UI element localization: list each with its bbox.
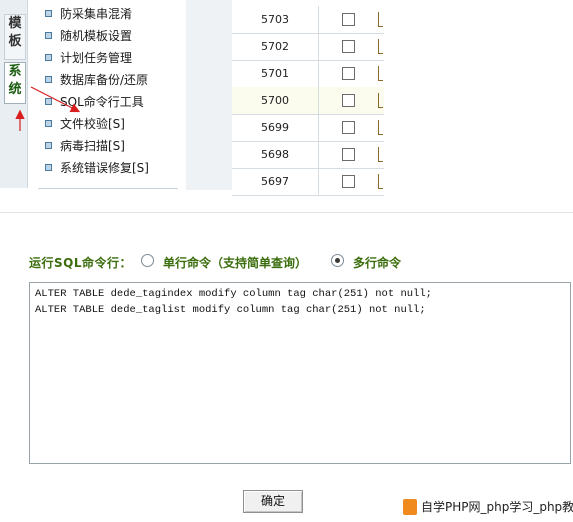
sql-run-label: 运行SQL命令行： [29, 256, 132, 270]
watermark-logo-icon [403, 498, 417, 515]
sql-query-textarea[interactable]: ALTER TABLE dede_tagindex modify column … [29, 282, 571, 464]
watermark-text: 自学PHP网_php学习_php教 [421, 500, 573, 514]
annotation-arrows [15, 86, 81, 131]
confirm-button[interactable]: 确定 [243, 490, 303, 513]
radio-single-line[interactable] [141, 254, 154, 267]
radio-single-line-label[interactable]: 单行命令（支持简单查询） [163, 254, 307, 271]
radio-multi-line-label[interactable]: 多行命令 [353, 254, 401, 271]
radio-selected-dot [335, 258, 340, 263]
form-divider [0, 212, 573, 213]
site-watermark: 自学PHP网_php学习_php教 [400, 496, 573, 518]
radio-multi-line[interactable] [331, 254, 344, 267]
arrow-to-sql-tool-icon [30, 86, 81, 113]
